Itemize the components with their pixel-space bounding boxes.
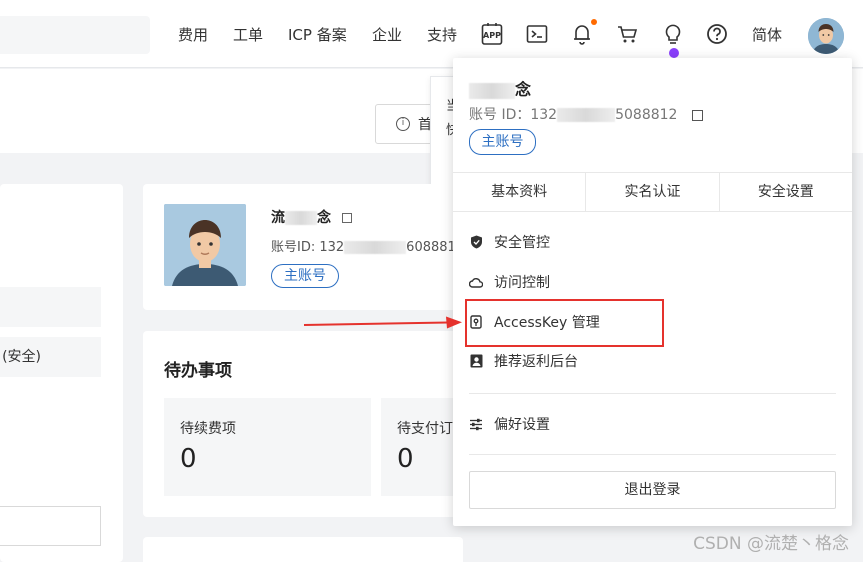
menu-security-control[interactable]: 安全管控 bbox=[469, 230, 550, 254]
redacted-name bbox=[469, 82, 515, 99]
user-id-prefix: 账号ID: 132 bbox=[271, 240, 345, 255]
cart-icon[interactable] bbox=[615, 20, 641, 48]
nav-enterprise[interactable]: 企业 bbox=[372, 24, 402, 45]
dropdown-name-suffix: 念 bbox=[515, 80, 532, 99]
todo-value: 0 bbox=[397, 444, 414, 474]
menu-label: 推荐返利后台 bbox=[494, 354, 578, 370]
menu-divider bbox=[469, 454, 836, 455]
app-icon[interactable]: APP bbox=[479, 20, 505, 48]
user-name: 流念 bbox=[271, 207, 352, 227]
todo-title: 待办事项 bbox=[164, 361, 232, 381]
left-input[interactable] bbox=[0, 506, 101, 546]
language-switch[interactable]: 简体 bbox=[752, 24, 782, 45]
todo-item-renewal[interactable]: 待续费项 0 bbox=[164, 398, 371, 496]
user-photo bbox=[164, 204, 246, 286]
notification-dot bbox=[591, 19, 597, 25]
redacted-id bbox=[344, 241, 407, 254]
left-row-1[interactable] bbox=[0, 287, 101, 327]
lightbulb-icon[interactable] bbox=[660, 20, 686, 48]
left-row-2-text: (安全) bbox=[2, 349, 41, 365]
copy-icon[interactable] bbox=[691, 109, 703, 121]
todo-value: 0 bbox=[180, 444, 197, 474]
user-account-id: 账号ID: 132 6088812 bbox=[271, 236, 464, 255]
watermark: CSDN @流楚丶格念 bbox=[693, 534, 849, 554]
dropdown-id-prefix: 账号 ID：132 bbox=[469, 107, 558, 123]
tab-basic-info[interactable]: 基本资料 bbox=[453, 173, 587, 211]
nav-tickets[interactable]: 工单 bbox=[233, 24, 263, 45]
cloud-icon bbox=[469, 275, 483, 289]
tab-security-settings[interactable]: 安全设置 bbox=[720, 173, 852, 211]
logout-button[interactable]: 退出登录 bbox=[469, 471, 836, 509]
menu-access-control[interactable]: 访问控制 bbox=[469, 270, 550, 294]
assistant-dot bbox=[669, 48, 679, 58]
user-avatar[interactable] bbox=[808, 18, 844, 54]
copy-icon[interactable] bbox=[341, 213, 352, 223]
tab-real-name-auth[interactable]: 实名认证 bbox=[586, 173, 720, 211]
help-icon[interactable] bbox=[704, 20, 730, 48]
home-button[interactable]: i 首 bbox=[375, 104, 435, 144]
dropdown-tabs: 基本资料 实名认证 安全设置 bbox=[453, 172, 852, 212]
todo-item-payment[interactable]: 待支付订 0 bbox=[381, 398, 463, 496]
menu-preferences[interactable]: 偏好设置 bbox=[469, 412, 550, 436]
nav-support[interactable]: 支持 bbox=[427, 24, 457, 45]
dropdown-user-name: 念 bbox=[469, 76, 531, 100]
menu-label: 安全管控 bbox=[494, 235, 550, 251]
left-row-2[interactable]: (安全) bbox=[0, 337, 101, 377]
search-box[interactable] bbox=[0, 16, 150, 54]
menu-label: 访问控制 bbox=[494, 275, 550, 291]
nav-icp[interactable]: ICP 备案 bbox=[288, 24, 347, 45]
menu-label: 偏好设置 bbox=[494, 417, 550, 433]
svg-text:APP: APP bbox=[483, 31, 501, 40]
dropdown-id-suffix: 5088812 bbox=[615, 107, 678, 123]
info-icon: i bbox=[396, 117, 410, 131]
dropdown-account-id: 账号 ID：132 5088812 bbox=[469, 104, 703, 124]
menu-divider bbox=[469, 393, 836, 394]
redacted-name bbox=[285, 211, 317, 225]
todo-label: 待续费项 bbox=[180, 421, 236, 437]
user-name-prefix: 流 bbox=[271, 210, 285, 226]
terminal-icon[interactable] bbox=[524, 20, 550, 48]
shield-icon bbox=[469, 235, 483, 249]
sliders-icon bbox=[469, 417, 483, 431]
nav-billing[interactable]: 费用 bbox=[178, 24, 208, 45]
dropdown-main-account-badge: 主账号 bbox=[469, 129, 536, 155]
main-account-badge: 主账号 bbox=[271, 264, 339, 288]
profile-icon bbox=[469, 354, 483, 368]
user-name-suffix: 念 bbox=[317, 210, 331, 226]
todo-label: 待支付订 bbox=[397, 421, 453, 437]
annotation-highlight-box bbox=[465, 299, 664, 347]
annotation-arrow bbox=[303, 316, 462, 329]
menu-referral-backend[interactable]: 推荐返利后台 bbox=[469, 349, 578, 373]
bottom-card bbox=[143, 537, 463, 562]
redacted-id bbox=[557, 108, 616, 122]
account-dropdown: 念 账号 ID：132 5088812 主账号 基本资料 实名认证 安全设置 安全… bbox=[453, 58, 852, 526]
